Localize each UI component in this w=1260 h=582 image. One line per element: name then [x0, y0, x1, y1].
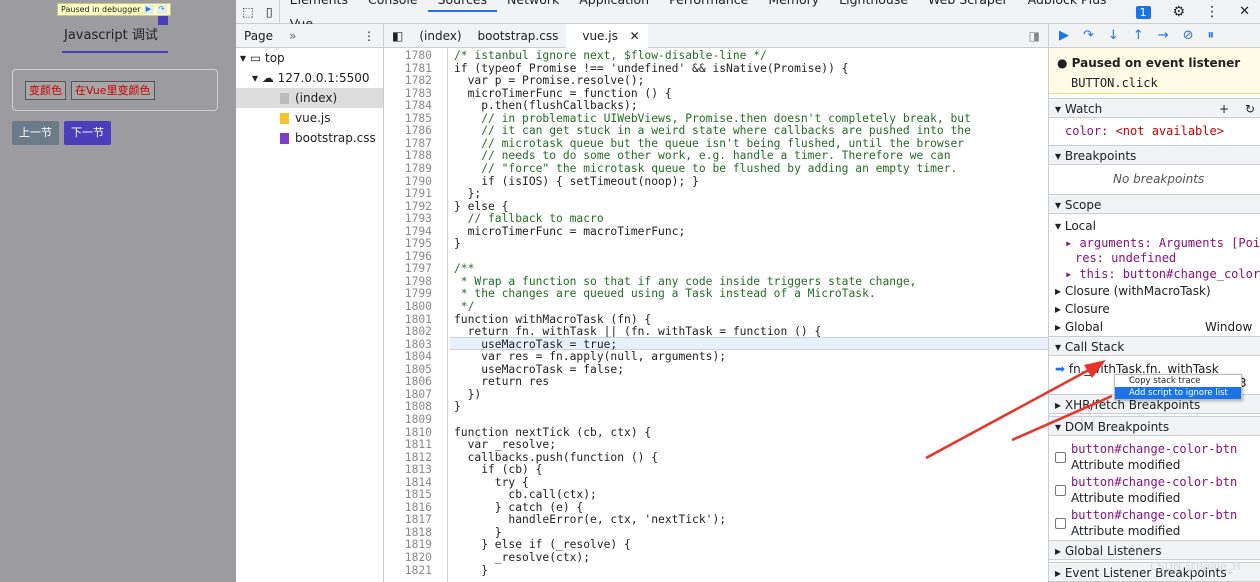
watermark: CSDN @Boale_H: [1150, 560, 1241, 573]
annotation-arrow: [925, 360, 1113, 460]
